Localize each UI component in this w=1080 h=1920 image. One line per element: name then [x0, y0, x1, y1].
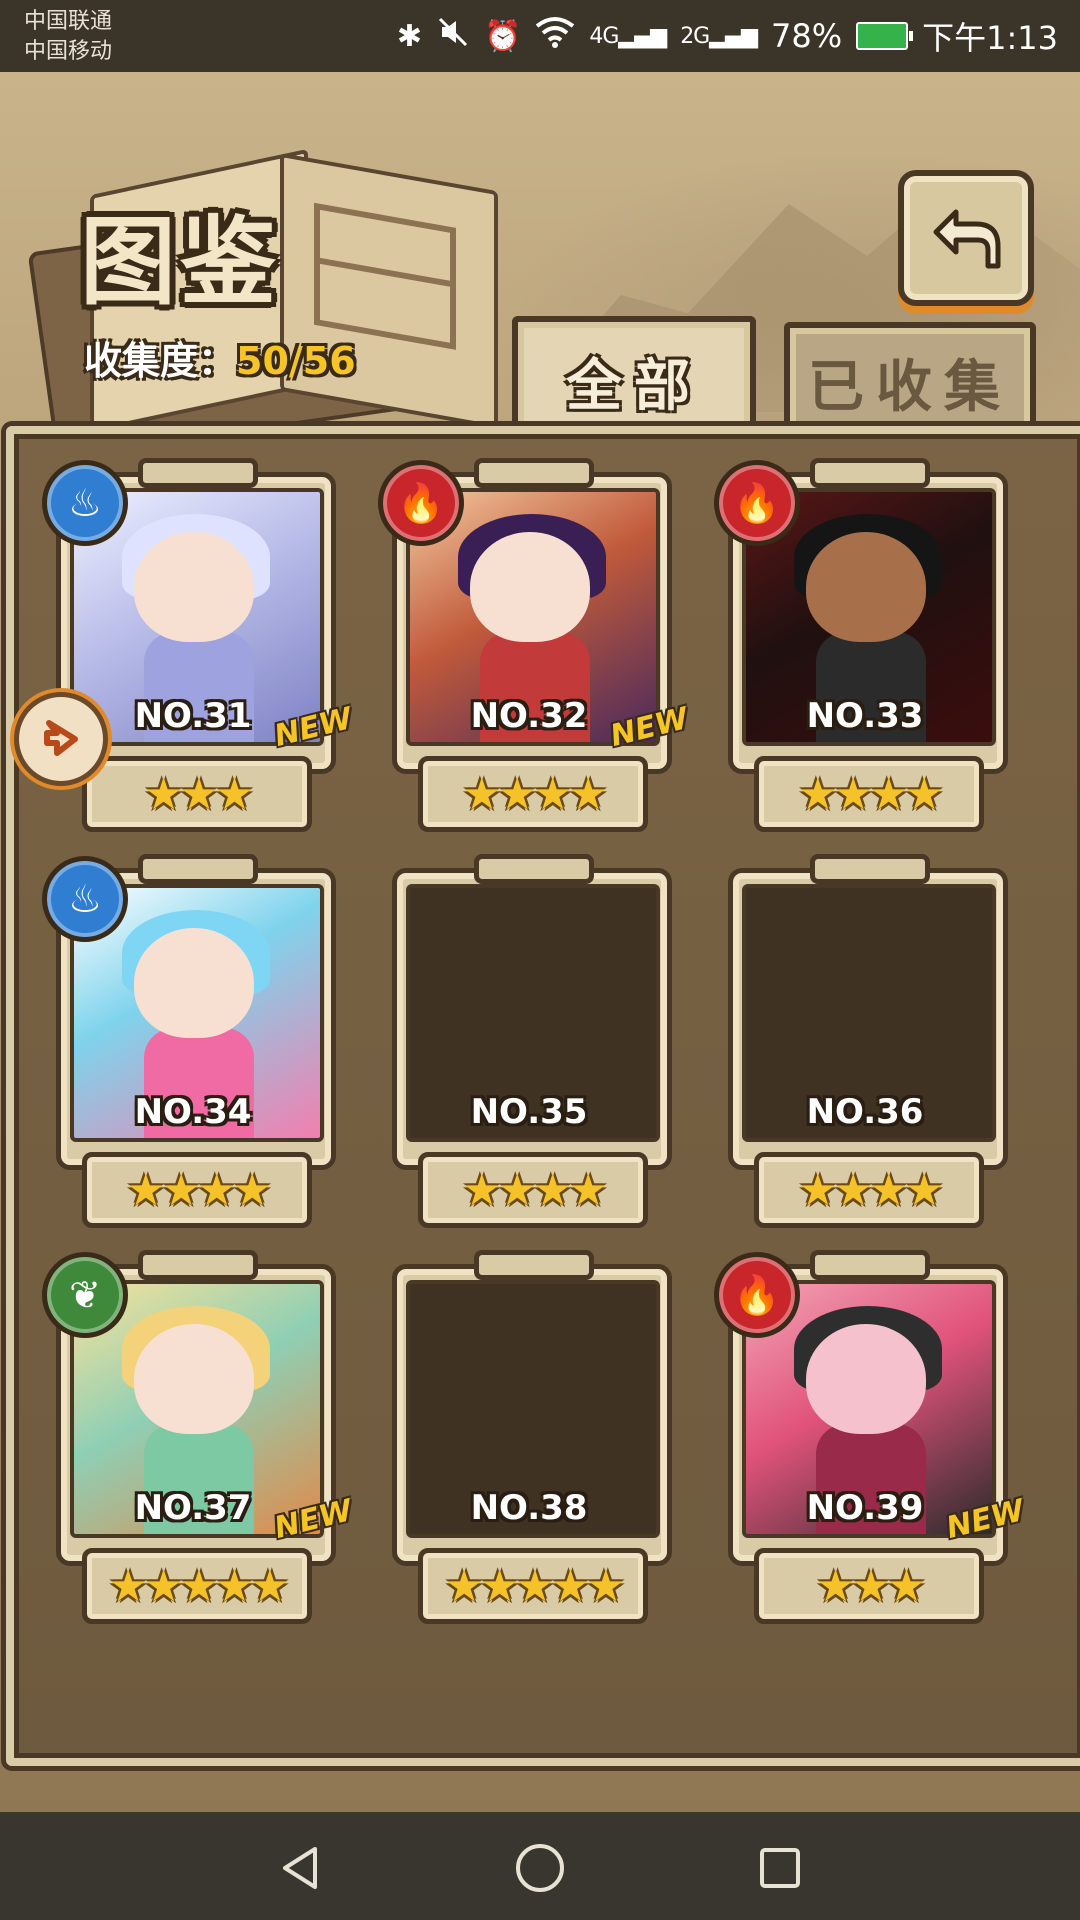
rarity-bar: ★★★★★: [418, 1548, 648, 1624]
page-title: 图鉴: [80, 206, 280, 318]
monster-card[interactable]: NO.35 ★★★★: [378, 854, 678, 1236]
rarity-stars: ★★★: [143, 768, 254, 820]
water-element-icon: ♨: [42, 460, 128, 546]
water-element-icon: ♨: [42, 856, 128, 942]
collection-label: 收集度：: [84, 339, 237, 383]
monster-card[interactable]: NO.36 ★★★★: [714, 854, 1014, 1236]
rarity-stars: ★★★★: [126, 1164, 272, 1216]
mute-icon: [436, 15, 470, 57]
rarity-stars: ★★★★: [798, 1164, 944, 1216]
status-icons: ✱ ⏰ 4G▂▄▆ 2G▂▄▆ 78% 下午1:13: [397, 14, 1058, 58]
rarity-bar: ★★★★: [418, 756, 648, 832]
card-number: NO.33: [806, 696, 924, 736]
return-arrow-icon: [933, 209, 1001, 269]
rarity-bar: ★★★★: [418, 1152, 648, 1228]
system-nav-bar: [0, 1812, 1080, 1920]
card-number: NO.35: [470, 1092, 588, 1132]
side-toggle-button[interactable]: [14, 692, 108, 786]
back-triangle-icon[interactable]: [270, 1838, 330, 1898]
monster-card[interactable]: NO.33 ★★★★ 🔥: [714, 458, 1014, 840]
collection-panel: NO.31 ★★★ ♨ NEW NO.32 ★★★★ 🔥 NEW NO.33 ★★★★ 🔥 NO.34…: [6, 426, 1080, 1766]
wood-element-icon: ❦: [42, 1252, 128, 1338]
rarity-bar: ★★★★★: [82, 1548, 312, 1624]
recents-square-icon[interactable]: [750, 1838, 810, 1898]
monster-card[interactable]: NO.39 ★★★ 🔥 NEW: [714, 1250, 1028, 1632]
rarity-stars: ★★★★: [798, 768, 944, 820]
clock: 下午1:13: [922, 19, 1058, 57]
game-screen: 图鉴 收集度：50/56 全部 已收集 NO.31 ★★★ ♨ NEW NO.32 ★★★…: [0, 72, 1080, 1812]
battery-percent: 78%: [771, 17, 843, 55]
rarity-bar: ★★★: [82, 756, 312, 832]
rarity-bar: ★★★★: [82, 1152, 312, 1228]
carrier-2: 中国移动: [24, 39, 113, 64]
rarity-stars: ★★★★★: [108, 1560, 289, 1612]
collection-value: 50/56: [236, 339, 356, 383]
signal-2g: 2G▂▄▆: [680, 23, 758, 49]
rarity-stars: ★★★★: [462, 1164, 608, 1216]
fire-element-icon: 🔥: [714, 460, 800, 546]
battery-icon: [856, 22, 914, 50]
rarity-stars: ★★★★★: [444, 1560, 625, 1612]
card-number: NO.34: [134, 1092, 252, 1132]
rarity-bar: ★★★★: [754, 756, 984, 832]
monster-card[interactable]: NO.32 ★★★★ 🔥 NEW: [378, 458, 692, 840]
rarity-bar: ★★★★: [754, 1152, 984, 1228]
alarm-icon: ⏰: [484, 18, 522, 54]
fire-element-icon: 🔥: [714, 1252, 800, 1338]
monster-card[interactable]: NO.31 ★★★ ♨ NEW: [42, 458, 356, 840]
status-bar: 中国联通 中国移动 ✱ ⏰ 4G▂▄▆ 2G▂▄▆ 78% 下午1:13: [0, 0, 1080, 72]
arrow-right-icon: [44, 720, 78, 756]
monster-card[interactable]: NO.34 ★★★★ ♨: [42, 854, 342, 1236]
rarity-stars: ★★★: [815, 1560, 926, 1612]
home-circle-icon[interactable]: [510, 1838, 570, 1898]
rarity-bar: ★★★: [754, 1548, 984, 1624]
tab-all[interactable]: 全部: [512, 316, 756, 440]
rarity-stars: ★★★★: [462, 768, 608, 820]
collection-progress: 收集度：50/56: [84, 330, 356, 385]
tab-collected[interactable]: 已收集: [784, 322, 1036, 436]
monster-card[interactable]: NO.37 ★★★★★ ❦ NEW: [42, 1250, 356, 1632]
monster-card[interactable]: NO.38 ★★★★★: [378, 1250, 678, 1632]
fire-element-icon: 🔥: [378, 460, 464, 546]
wifi-icon: [535, 16, 575, 56]
card-number: NO.38: [470, 1488, 588, 1528]
card-number: NO.36: [806, 1092, 924, 1132]
back-button[interactable]: [898, 170, 1034, 306]
signal-4g: 4G▂▄▆: [589, 23, 667, 49]
bluetooth-icon: ✱: [396, 18, 423, 54]
carrier-1: 中国联通: [24, 9, 113, 34]
